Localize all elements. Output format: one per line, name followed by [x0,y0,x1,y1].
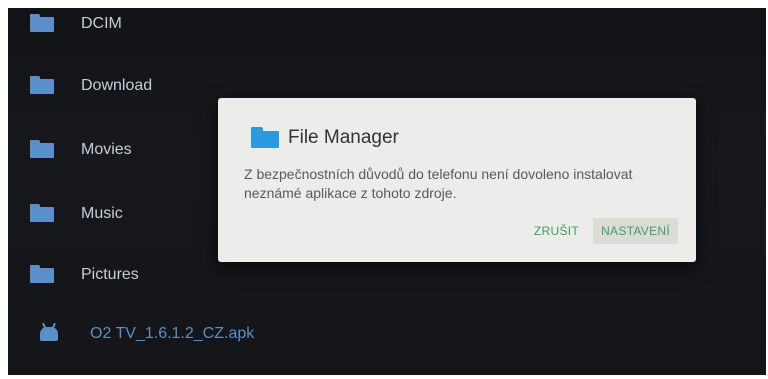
folder-icon [30,264,54,283]
folder-icon [30,13,54,32]
cancel-button[interactable]: ZRUŠIT [526,218,587,244]
folder-icon [30,203,54,222]
list-item-apk[interactable]: O2 TV_1.6.1.2_CZ.apk [8,314,308,354]
dialog-title: File Manager [288,127,399,148]
tv-screen: DCIM Download Movies Music Pictures O2 T… [8,8,766,375]
file-name: Movies [81,141,132,158]
dialog-message: Z bezpečnostních důvodů do telefonu není… [244,166,633,201]
file-name: Download [81,77,153,94]
folder-icon [30,75,54,94]
file-name: Pictures [81,266,139,283]
install-blocked-dialog: File Manager Z bezpečnostních důvodů do … [218,98,696,262]
dialog-buttons: ZRUŠIT NASTAVENÍ [526,218,678,244]
folder-icon [30,139,54,158]
file-name: O2 TV_1.6.1.2_CZ.apk [90,325,255,342]
file-name: DCIM [81,15,122,32]
android-icon [40,327,58,341]
folder-icon [251,127,279,148]
settings-button[interactable]: NASTAVENÍ [593,218,678,244]
list-item-dcim[interactable]: DCIM [8,8,308,44]
file-name: Music [81,205,123,222]
